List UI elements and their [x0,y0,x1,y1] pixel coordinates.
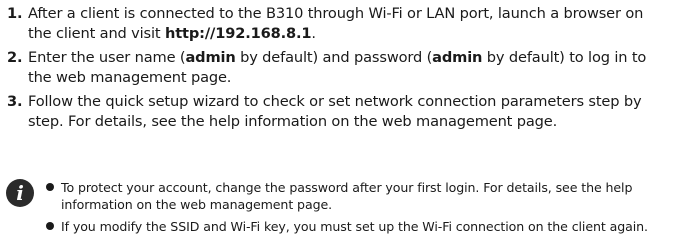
step-3: 3. Follow the quick setup wizard to chec… [7,92,671,132]
note-bullet-1: To protect your account, change the pass… [46,179,671,213]
step-text-part: Enter the user name ( [28,49,186,66]
step-text: After a client is connected to the B310 … [28,5,643,42]
step-1: 1. After a client is connected to the B3… [7,4,671,44]
note-text: If you modify the SSID and Wi-Fi key, yo… [61,219,648,234]
manual-page: 1. After a client is connected to the B3… [0,0,677,250]
step-number: 3. [7,93,23,110]
bullet-dot-icon [46,222,54,230]
step-text: Follow the quick setup wizard to check o… [28,93,642,130]
step-number: 2. [7,49,23,66]
info-icon: i [6,179,34,207]
step-text-part: . [311,25,316,42]
note-bullets: To protect your account, change the pass… [46,179,671,240]
note-bullet-2: If you modify the SSID and Wi-Fi key, yo… [46,218,671,235]
bullet-dot-icon [46,183,54,191]
step-2: 2. Enter the user name (admin by default… [7,48,671,88]
url-text: http://192.168.8.1 [164,25,312,42]
step-number: 1. [7,5,23,22]
default-password: admin [432,49,483,66]
step-text: Enter the user name (admin by default) a… [28,49,646,86]
step-text-part: After a client is connected to the B310 … [28,5,644,42]
step-text-part: by default) and password ( [235,49,433,66]
setup-steps: 1. After a client is connected to the B3… [7,4,671,136]
note-text: To protect your account, change the pass… [61,180,633,212]
default-username: admin [185,49,236,66]
